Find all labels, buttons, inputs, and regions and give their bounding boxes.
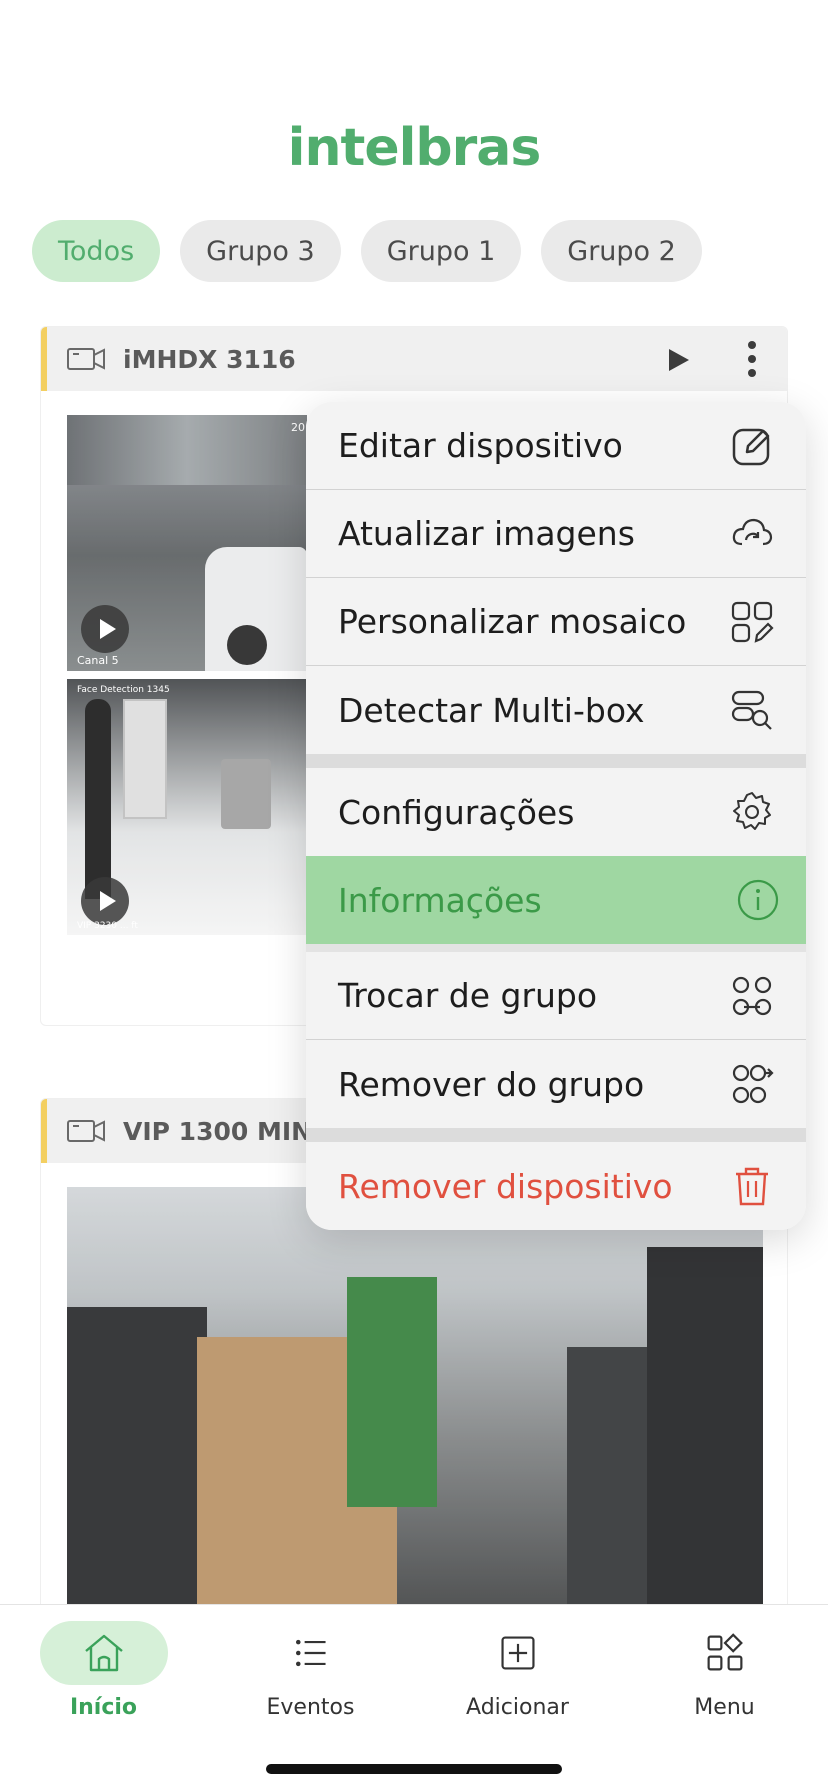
menu-item-label: Trocar de grupo xyxy=(338,976,598,1015)
tab-inicio[interactable]: Início xyxy=(0,1621,207,1720)
tab-eventos[interactable]: Eventos xyxy=(207,1621,414,1720)
menu-item-label: Informações xyxy=(338,880,542,920)
menu-item-label: Configurações xyxy=(338,792,575,832)
menu-item-label: Atualizar imagens xyxy=(338,514,635,553)
home-indicator xyxy=(266,1764,562,1774)
menu-item-label: Detectar Multi-box xyxy=(338,690,645,730)
menu-item-info[interactable]: Informações xyxy=(306,856,806,944)
home-icon xyxy=(84,1634,123,1672)
gear-icon xyxy=(733,792,771,830)
mosaic-icon xyxy=(731,601,774,643)
tab-adicionar[interactable]: Adicionar xyxy=(414,1621,621,1720)
tab-label: Adicionar xyxy=(466,1695,569,1720)
add-icon xyxy=(500,1636,535,1670)
grid-icon xyxy=(707,1633,743,1671)
search-device-icon xyxy=(731,690,772,730)
device-context-menu: Editar dispositivo Atualizar imagens Per… xyxy=(306,402,806,1230)
tab-menu[interactable]: Menu xyxy=(621,1621,828,1720)
menu-item-customize-mosaic[interactable]: Personalizar mosaico xyxy=(306,578,806,666)
menu-item-change-group[interactable]: Trocar de grupo xyxy=(306,952,806,1040)
menu-item-label: Remover do grupo xyxy=(338,1064,645,1104)
menu-item-settings[interactable]: Configurações xyxy=(306,768,806,856)
menu-item-remove-from-group[interactable]: Remover do grupo xyxy=(306,1040,806,1128)
tab-label: Início xyxy=(69,1695,138,1720)
edit-icon xyxy=(732,428,770,465)
tab-label: Menu xyxy=(694,1695,755,1720)
menu-item-edit-device[interactable]: Editar dispositivo xyxy=(306,402,806,490)
list-icon xyxy=(295,1639,326,1667)
menu-item-label: Personalizar mosaico xyxy=(338,602,687,641)
cloud-refresh-icon xyxy=(732,518,773,545)
menu-separator xyxy=(306,944,806,952)
info-icon xyxy=(737,879,779,921)
menu-separator xyxy=(306,754,806,768)
menu-item-label: Remover dispositivo xyxy=(338,1166,673,1206)
menu-item-refresh-images[interactable]: Atualizar imagens xyxy=(306,490,806,578)
remove-group-icon xyxy=(732,1064,774,1104)
menu-item-remove-device[interactable]: Remover dispositivo xyxy=(306,1142,806,1230)
tab-label: Eventos xyxy=(266,1695,355,1720)
menu-item-label: Editar dispositivo xyxy=(338,426,623,465)
swap-group-icon xyxy=(732,976,772,1015)
trash-icon xyxy=(736,1167,768,1206)
menu-separator xyxy=(306,1128,806,1142)
menu-item-detect-multibox[interactable]: Detectar Multi-box xyxy=(306,666,806,754)
